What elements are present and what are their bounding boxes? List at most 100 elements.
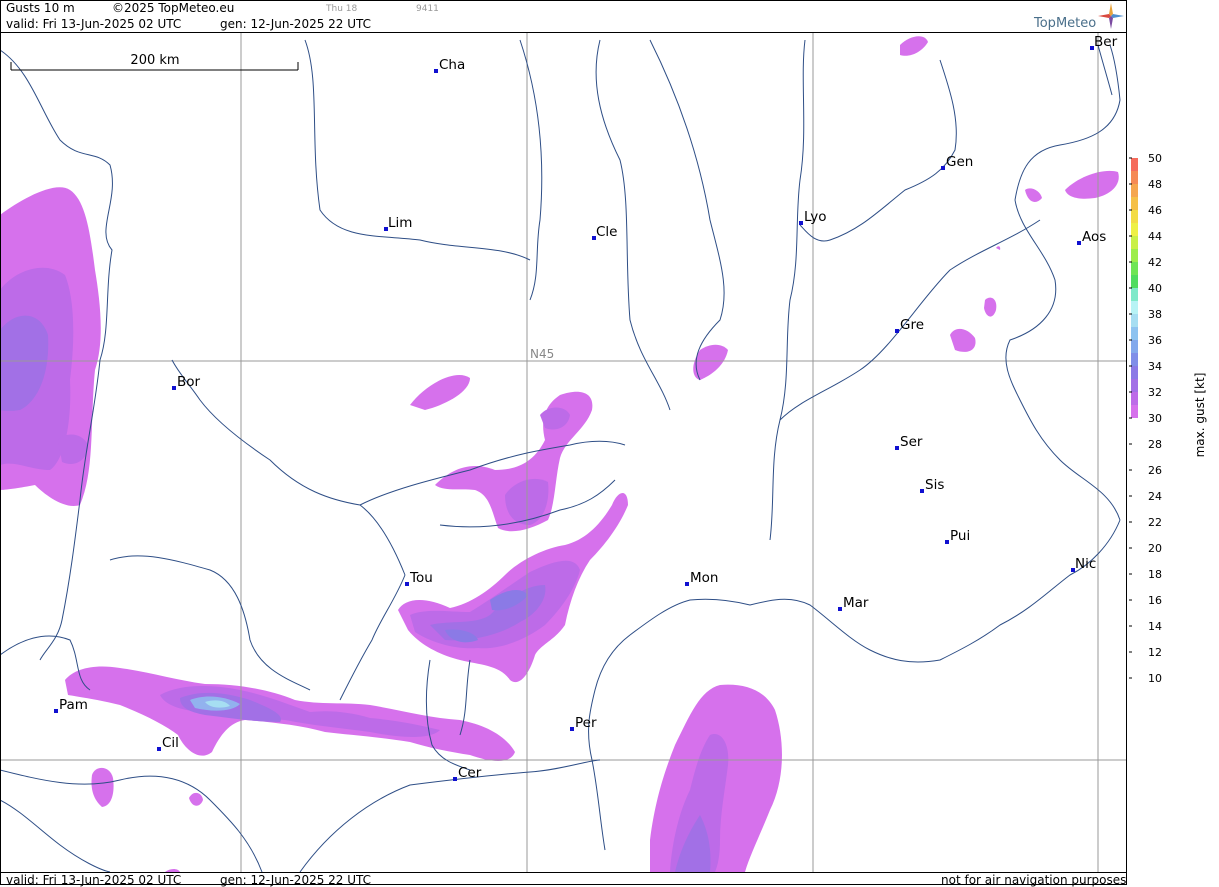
scale-bar: 200 km [10,53,299,71]
city-marker: Bor [172,374,201,390]
svg-text:Lyo: Lyo [804,209,827,225]
svg-text:Cer: Cer [458,765,482,781]
legend-color-bin [1131,210,1138,223]
valid-time: valid: Fri 13-Jun-2025 02 UTC [6,17,182,31]
legend-color-bin [1131,184,1138,197]
svg-text:Cle: Cle [596,224,617,240]
legend-color-bin [1131,392,1138,405]
legend-tick-label: 34 [1148,360,1162,373]
legend-color-bin [1131,171,1138,184]
city-marker: Per [570,715,597,731]
footer-generated-time: gen: 12-Jun-2025 22 UTC [220,873,372,887]
svg-text:Pui: Pui [950,528,970,544]
topmeteo-logo: TopMeteo [1034,16,1096,31]
scale-bar-label: 200 km [130,53,179,68]
legend-color-bin [1131,340,1138,353]
legend-tick-label: 46 [1148,204,1162,217]
city-marker: Nic [1071,556,1096,572]
legend-tick-label: 50 [1148,152,1162,165]
legend-color-bin [1131,288,1138,301]
map-title: Gusts 10 m [6,1,75,15]
legend-tick-label: 18 [1148,568,1162,581]
legend-color-bin [1131,223,1138,236]
gust-legend: 50 48 46 44 42 40 38 36 34 32 30 28 26 24 22 20 18 16 14 12… [1129,152,1207,685]
legend-color-bin [1131,197,1138,210]
legend-color-bin [1131,327,1138,340]
city-marker: Ser [895,434,923,450]
city-marker: Pui [945,528,970,544]
legend-color-bin [1131,236,1138,249]
legend-tick-label: 28 [1148,438,1162,451]
svg-text:Ber: Ber [1094,34,1118,50]
svg-text:Bor: Bor [177,374,201,390]
city-marker: Aos [1077,229,1106,245]
city-marker: Gen [941,154,973,170]
city-marker: Sis [920,477,944,493]
legend-color-bin [1131,405,1138,418]
city-marker: Ber [1090,34,1118,50]
logo-text: TopMeteo [1034,16,1097,31]
city-marker: Pam [54,697,88,713]
svg-text:Nic: Nic [1075,556,1096,572]
city-marker: Gre [895,317,924,333]
legend-color-bar [1131,158,1138,418]
legend-color-bin [1131,366,1138,379]
legend-tick-label: 10 [1148,672,1162,685]
svg-text:Pam: Pam [59,697,88,713]
legend-tick-label: 24 [1148,490,1162,503]
legend-tick-label: 20 [1148,542,1162,555]
legend-color-bin [1131,314,1138,327]
forecast-code: 9411 [416,4,439,14]
legend-tick-label: 40 [1148,282,1162,295]
svg-text:Sis: Sis [925,477,944,493]
legend-color-bin [1131,262,1138,275]
legend-tick-label: 30 [1148,412,1162,425]
generated-time: gen: 12-Jun-2025 22 UTC [220,17,372,31]
legend-tick-label: 26 [1148,464,1162,477]
disclaimer: not for air navigation purposes [941,873,1127,887]
svg-text:Gre: Gre [900,317,924,333]
forecast-day: Thu 18 [326,4,358,14]
legend-tick-label: 48 [1148,178,1162,191]
city-marker: Mon [685,570,718,586]
svg-text:Aos: Aos [1082,229,1106,245]
city-marker: Cha [434,57,465,73]
legend-color-bin [1131,158,1138,171]
legend-color-bin [1131,275,1138,288]
legend-tick-label: 22 [1148,516,1162,529]
legend-tick-label: 32 [1148,386,1162,399]
latitude-label: N45 [530,347,554,361]
legend-tick-label: 38 [1148,308,1162,321]
city-marker: Cil [157,735,179,751]
city-marker: Tou [405,570,433,586]
svg-text:Lim: Lim [388,215,412,231]
legend-tick-label: 14 [1148,620,1162,633]
footer-valid-time: valid: Fri 13-Jun-2025 02 UTC [6,873,182,887]
svg-text:Gen: Gen [946,154,973,170]
svg-text:Cha: Cha [439,57,465,73]
svg-text:Per: Per [575,715,597,731]
forecast-map: 200 km N45 Ber Cha Gen Lim Cle Lyo Aos G… [1,33,1126,872]
svg-text:Mon: Mon [690,570,718,586]
city-marker: Lim [384,215,412,231]
legend-tick-label: 36 [1148,334,1162,347]
city-marker: Mar [838,595,869,611]
svg-text:Mar: Mar [843,595,869,611]
svg-text:Ser: Ser [900,434,923,450]
legend-color-bin [1131,301,1138,314]
legend-tick-label: 42 [1148,256,1162,269]
city-marker: Cer [453,765,482,781]
city-marker: Cle [592,224,617,240]
legend-tick-label: 44 [1148,230,1162,243]
svg-text:Tou: Tou [409,570,433,586]
compass-logo-icon [1098,3,1124,29]
legend-tick-label: 12 [1148,646,1162,659]
svg-text:Cil: Cil [162,735,179,751]
legend-title: max. gust [kt] [1193,373,1207,458]
copyright: ©2025 TopMeteo.eu [112,1,235,15]
legend-color-bin [1131,353,1138,366]
legend-tick-label: 16 [1148,594,1162,607]
legend-color-bin [1131,249,1138,262]
legend-color-bin [1131,379,1138,392]
city-marker: Lyo [799,209,827,225]
